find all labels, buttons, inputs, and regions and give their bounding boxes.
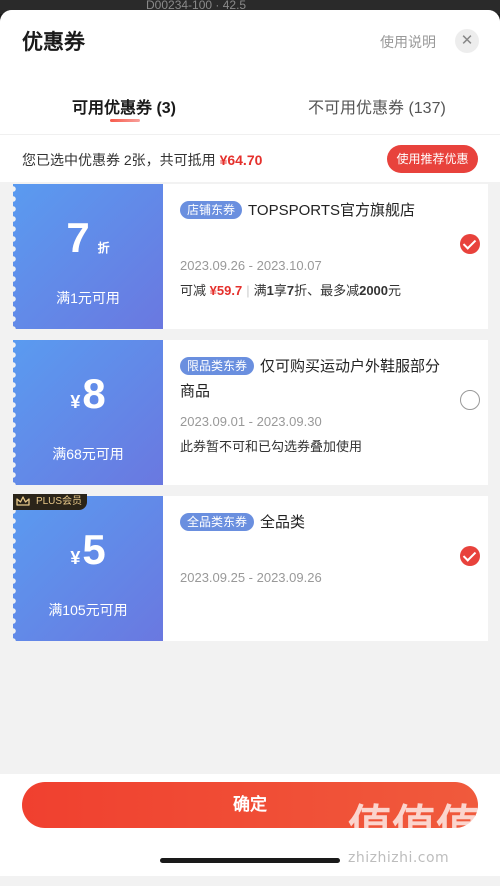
coupon-selected-checkbox[interactable] [460,546,480,566]
usage-instructions-link[interactable]: 使用说明 [380,32,436,52]
coupon-name: TOPSPORTS官方旗舰店 [248,202,415,219]
coupon-value: 7折 [13,214,163,262]
coupon-rule-text: 享 [273,283,287,298]
tab-unavailable-coupons[interactable]: 不可用优惠券 (137) [308,94,446,118]
coupon-rule-number: 1 [266,283,274,298]
coupon-validity: 2023.09.01 - 2023.09.30 [180,414,322,429]
coupon-rule-number: 7 [286,283,295,298]
coupon-description: 可减 ¥59.7 | 满1享7折、最多减2000元 [180,283,402,298]
coupon-value: ¥8 [13,370,163,418]
coupon-rule-text: 满 [253,283,267,298]
plus-member-badge: PLUS会员 [13,494,87,510]
close-icon: ✕ [460,32,474,49]
tab-available-coupons[interactable]: 可用优惠券 (3) [72,94,176,118]
page-title: 优惠券 [22,31,85,54]
home-indicator [160,858,340,863]
selection-amount: ¥64.70 [219,152,263,168]
confirm-button[interactable]: 确定 [22,782,478,828]
coupon-amount: 8 [82,370,106,417]
coupon-details: 限品类东券 仅可购买运动户外鞋服部分商品 2023.09.01 - 2023.09… [163,340,488,485]
coupon-rule-text: 折、最多减 [294,283,360,298]
coupon-validity: 2023.09.26 - 2023.10.07 [180,258,322,273]
coupon-rule-text: 元 [388,283,402,298]
coupon-value-panel: 7折 满1元可用 [13,184,163,329]
coupon-name: 全品类 [260,514,306,531]
coupon-amount: 5 [82,526,106,573]
coupon-title: 限品类东券 仅可购买运动户外鞋服部分商品 [180,354,452,404]
currency-symbol: ¥ [70,392,81,412]
active-tab-indicator [110,119,140,122]
coupon-type-tag: 限品类东券 [180,357,255,375]
coupon-condition: 满1元可用 [56,290,120,306]
coupon-description: 此券暂不可和已勾选券叠加使用 [180,439,363,454]
coupon-details: 店铺东券 TOPSPORTS官方旗舰店 2023.09.26 - 2023.10.… [163,184,488,329]
coupon-unselected-checkbox[interactable] [460,390,480,410]
coupon-saving-amount: ¥59.7 [209,283,243,298]
close-button[interactable]: ✕ [455,29,479,53]
use-recommended-button[interactable]: 使用推荐优惠 [387,145,478,173]
sheet-header: 优惠券 使用说明 ✕ 可用优惠券 (3) 不可用优惠券 (137) [0,10,500,134]
currency-symbol: ¥ [70,548,81,568]
selection-summary-bar: 您已选中优惠券 2张，共可抵用 ¥64.70 使用推荐优惠 [0,134,500,182]
coupon-details: 全品类东券 全品类 2023.09.25 - 2023.09.26 [163,496,488,641]
coupon-type-tag: 全品类东券 [180,513,255,531]
coupon-value: ¥5 [13,526,163,574]
coupon-card[interactable]: ¥8 满68元可用 限品类东券 仅可购买运动户外鞋服部分商品 2023.09.01… [13,340,488,485]
plus-member-label: PLUS会员 [35,496,83,507]
coupon-card[interactable]: 7折 满1元可用 店铺东券 TOPSPORTS官方旗舰店 2023.09.26 -… [13,184,488,329]
crown-icon [16,496,30,506]
coupon-discount-number: 7 [66,214,90,261]
coupon-discount-unit: 折 [97,241,110,255]
coupon-title: 店铺东券 TOPSPORTS官方旗舰店 [180,198,452,223]
coupon-rule-number: 2000 [359,283,389,298]
coupon-value-panel: PLUS会员 ¥5 满105元可用 [13,494,163,641]
coupon-saving-label: 可减 [180,283,207,298]
selection-summary: 您已选中优惠券 2张，共可抵用 ¥64.70 [22,150,262,170]
coupon-type-tag: 店铺东券 [180,201,243,219]
coupon-title: 全品类东券 全品类 [180,510,452,535]
coupon-card[interactable]: PLUS会员 ¥5 满105元可用 全品类东券 全品类 2023.09.25 - … [13,494,488,641]
coupon-value-panel: ¥8 满68元可用 [13,340,163,485]
coupon-list: 7折 满1元可用 店铺东券 TOPSPORTS官方旗舰店 2023.09.26 -… [13,184,488,652]
selection-summary-text: 您已选中优惠券 2张，共可抵用 [22,152,216,168]
coupon-selected-checkbox[interactable] [460,234,480,254]
footer-bar: 确定 [0,774,500,876]
coupon-sheet: 优惠券 使用说明 ✕ 可用优惠券 (3) 不可用优惠券 (137) 您已选中优惠… [0,10,500,886]
coupon-condition: 满68元可用 [52,446,124,462]
coupon-validity: 2023.09.25 - 2023.09.26 [180,570,322,585]
coupon-condition: 满105元可用 [48,602,128,618]
